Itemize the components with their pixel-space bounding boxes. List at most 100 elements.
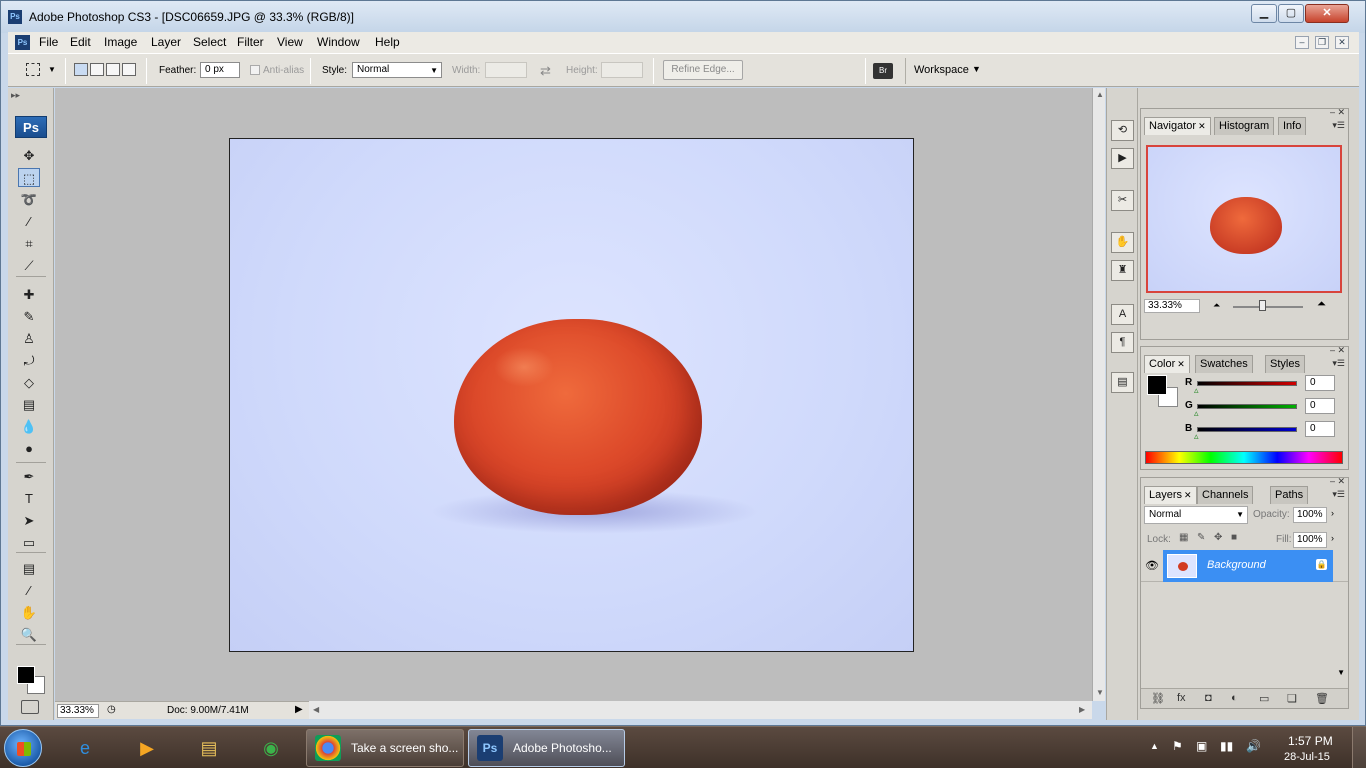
crop-tool-icon[interactable]: ⌗ [18, 234, 40, 253]
actions-icon[interactable]: ▶ [1111, 148, 1134, 169]
brushes-icon[interactable]: ✋ [1111, 232, 1134, 253]
slice-tool-icon[interactable]: ⟋ [18, 256, 40, 275]
menu-edit[interactable]: Edit [70, 35, 91, 49]
add-to-selection-icon[interactable] [90, 63, 104, 76]
gradient-tool-icon[interactable]: ▤ [18, 395, 40, 414]
photoshop-menu-icon[interactable]: Ps [15, 35, 30, 50]
menu-file[interactable]: File [39, 35, 58, 49]
eyedropper-tool-icon[interactable]: ⁄ [18, 581, 40, 600]
tab-layers[interactable]: Layers ✕ [1144, 486, 1197, 504]
status-menu-arrow-icon[interactable]: ▶ [295, 704, 303, 715]
lasso-tool-icon[interactable]: ➰ [18, 190, 40, 209]
show-desktop-button[interactable] [1352, 727, 1366, 768]
opacity-field[interactable]: 100% [1293, 507, 1327, 523]
navigator-preview[interactable] [1146, 145, 1342, 293]
photoshop-logo[interactable]: Ps [15, 116, 47, 138]
group-icon[interactable]: ▭ [1259, 692, 1269, 705]
document-close-button[interactable]: ✕ [1335, 36, 1349, 49]
layer-name[interactable]: Background [1207, 559, 1266, 571]
preset-dropdown-icon[interactable]: ▼ [48, 65, 56, 74]
swap-dimensions-icon[interactable]: ⇄ [540, 63, 551, 79]
tab-info[interactable]: Info [1278, 117, 1307, 135]
path-selection-icon[interactable]: ➤ [18, 511, 40, 530]
channel-slider[interactable] [1197, 427, 1297, 432]
title-bar[interactable]: Ps Adobe Photoshop CS3 - [DSC06659.JPG @… [1, 1, 1365, 33]
lock-all-icon[interactable]: ■ [1231, 532, 1237, 543]
document-restore-button[interactable]: ❐ [1315, 36, 1329, 49]
color-foreground-swatch[interactable] [1147, 375, 1167, 395]
feather-input[interactable]: 0 px [200, 62, 240, 78]
tab-paths[interactable]: Paths [1270, 486, 1309, 504]
clone-source-icon[interactable]: ♜ [1111, 260, 1134, 281]
lock-position-icon[interactable]: ✥ [1214, 532, 1222, 543]
zoom-level-field[interactable]: 33.33% [57, 704, 99, 718]
link-icon[interactable]: ⛓ [1151, 692, 1165, 705]
new-selection-icon[interactable] [74, 63, 88, 76]
channel-slider-knob[interactable]: ▵ [1194, 385, 1199, 396]
new-layer-icon[interactable]: ❏ [1287, 692, 1297, 705]
zoom-slider[interactable] [1233, 306, 1303, 308]
scroll-left-arrow-icon[interactable]: ◀ [313, 705, 319, 714]
intersect-selection-icon[interactable] [122, 63, 136, 76]
trash-icon[interactable]: 🗑 [1315, 692, 1329, 705]
paragraph-icon[interactable]: ¶ [1111, 332, 1134, 353]
tab-swatches[interactable]: Swatches [1195, 355, 1253, 373]
image-canvas[interactable] [229, 138, 914, 652]
channel-slider[interactable] [1197, 381, 1297, 386]
maximize-button[interactable]: ▢ [1278, 4, 1304, 23]
quick-mask-button[interactable] [21, 700, 39, 714]
menu-help[interactable]: Help [375, 35, 400, 49]
taskbar-task-chrome[interactable]: ◎ Take a screen sho... [306, 729, 464, 767]
volume-icon[interactable]: 🔊 [1246, 739, 1261, 753]
clock-date[interactable]: 28-Jul-15 [1284, 751, 1330, 763]
layer-selected-background[interactable]: Background 🔒 [1163, 550, 1333, 582]
zoom-slider-knob[interactable] [1259, 300, 1266, 311]
channel-slider-knob[interactable]: ▵ [1194, 431, 1199, 442]
history-icon[interactable]: ⟲ [1111, 120, 1134, 141]
notes-tool-icon[interactable]: ▤ [18, 559, 40, 578]
workspace-button[interactable]: Workspace ▼ [905, 58, 985, 84]
menu-view[interactable]: View [277, 35, 303, 49]
layer-comps-icon[interactable]: ▤ [1111, 372, 1134, 393]
marquee-preset-icon[interactable] [26, 63, 40, 76]
document-minimize-button[interactable]: – [1295, 36, 1309, 49]
magic-wand-icon[interactable]: ⁄ [18, 212, 40, 231]
start-button[interactable] [4, 729, 42, 767]
taskbar-task-photoshop[interactable]: Ps Adobe Photosho... [468, 729, 625, 767]
tab-histogram[interactable]: Histogram [1214, 117, 1275, 135]
marquee-tool-icon[interactable]: ⬚ [18, 168, 40, 187]
blur-tool-icon[interactable]: 💧 [18, 417, 40, 436]
brush-tool-icon[interactable]: ✎ [18, 307, 40, 326]
channel-slider-knob[interactable]: ▵ [1194, 408, 1199, 419]
device-icon[interactable]: ▣ [1196, 739, 1207, 753]
zoom-in-icon[interactable]: ⏶ [1317, 298, 1326, 311]
panel-menu-icon[interactable]: ▾☰ [1332, 358, 1345, 369]
tray-expand-icon[interactable]: ▲ [1150, 741, 1159, 751]
network-icon[interactable]: ◉ [248, 731, 294, 765]
channel-value-field[interactable]: 0 [1305, 398, 1335, 414]
panel-menu-icon[interactable]: ▾☰ [1332, 489, 1345, 500]
color-spectrum-bar[interactable] [1145, 451, 1343, 464]
vertical-scrollbar[interactable]: ▲ ▼ [1092, 88, 1105, 701]
lock-transparency-icon[interactable]: ▦ [1179, 532, 1188, 543]
menu-layer[interactable]: Layer [151, 35, 181, 49]
menu-filter[interactable]: Filter [237, 35, 264, 49]
zoom-out-icon[interactable]: ⏶ [1213, 300, 1220, 311]
navigator-zoom-field[interactable]: 33.33% [1144, 299, 1200, 313]
horizontal-scrollbar[interactable]: ◀ ▶ [309, 701, 1092, 719]
clock-time[interactable]: 1:57 PM [1288, 734, 1333, 748]
collapse-icon[interactable]: ▸▸ [11, 90, 20, 101]
zoom-tool-icon[interactable]: 🔍 [18, 625, 40, 644]
scroll-right-arrow-icon[interactable]: ▶ [1079, 705, 1085, 714]
lock-pixels-icon[interactable]: ✎ [1197, 532, 1205, 543]
blend-mode-select[interactable]: Normal ▼ [1144, 506, 1248, 524]
history-brush-icon[interactable]: ⤾ [18, 351, 40, 370]
scroll-down-arrow-icon[interactable]: ▼ [1096, 688, 1104, 697]
media-player-icon[interactable]: ▶ [124, 731, 170, 765]
network-signal-icon[interactable]: ▮▮ [1220, 739, 1233, 753]
tab-channels[interactable]: Channels [1197, 486, 1254, 504]
fx-icon[interactable]: fx [1177, 692, 1186, 704]
layer-row[interactable]: 👁 Background 🔒 [1141, 550, 1348, 582]
anti-alias-checkbox[interactable] [250, 65, 260, 75]
opacity-arrow-icon[interactable]: › [1331, 508, 1334, 518]
